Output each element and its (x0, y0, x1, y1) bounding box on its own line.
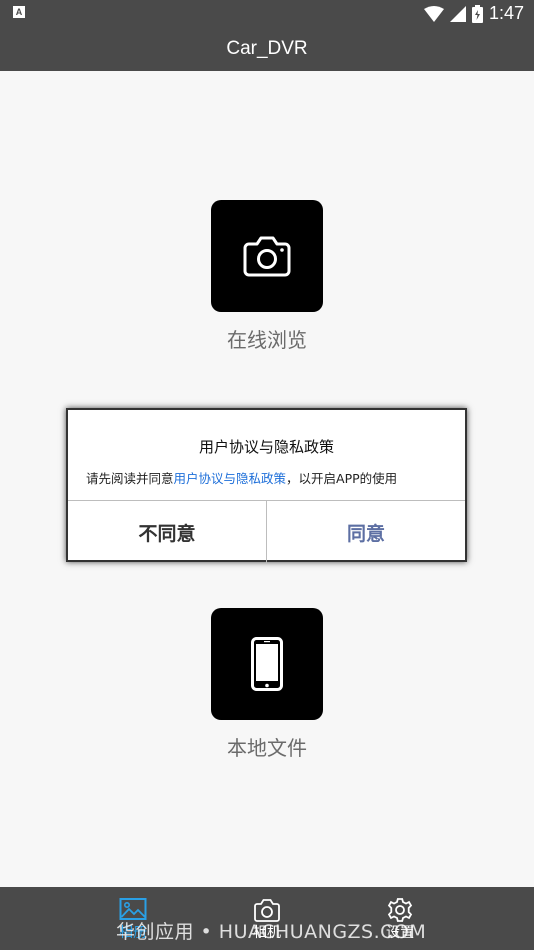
dialog-buttons: 不同意 同意 (68, 500, 465, 563)
dialog-message-suffix: ，以开启APP的使用 (286, 471, 398, 486)
privacy-dialog: 用户协议与隐私政策 请先阅读并同意用户协议与隐私政策，以开启APP的使用 不同意… (66, 408, 467, 563)
dialog-message-prefix: 请先阅读并同意 (86, 471, 174, 486)
privacy-policy-link[interactable]: 用户协议与隐私政策 (174, 471, 287, 486)
phone-icon (251, 637, 283, 691)
battery-icon (471, 4, 483, 23)
bottom-nav: 相册 相机 设置 华创应用 • HUACHUANGZS.COM (0, 887, 534, 950)
status-icons: 1:47 (423, 3, 524, 24)
local-files-label: 本地文件 (227, 736, 307, 760)
local-files-button[interactable] (211, 608, 323, 720)
status-time: 1:47 (488, 3, 524, 23)
watermark: 华创应用 • HUACHUANGZS.COM (116, 921, 427, 943)
dialog-message: 请先阅读并同意用户协议与隐私政策，以开启APP的使用 (86, 468, 397, 487)
camera-icon (243, 236, 291, 277)
online-browse-label: 在线浏览 (227, 328, 307, 352)
signal-icon (449, 5, 466, 22)
dialog-title: 用户协议与隐私政策 (198, 438, 334, 456)
online-browse-button[interactable] (211, 200, 323, 312)
app-title: Car_DVR (0, 27, 534, 71)
wifi-icon (423, 5, 444, 22)
status-bar: A 1:47 (0, 0, 534, 27)
agree-button[interactable]: 同意 (267, 501, 465, 563)
notification-icon: A (13, 6, 25, 18)
disagree-button[interactable]: 不同意 (68, 501, 267, 563)
